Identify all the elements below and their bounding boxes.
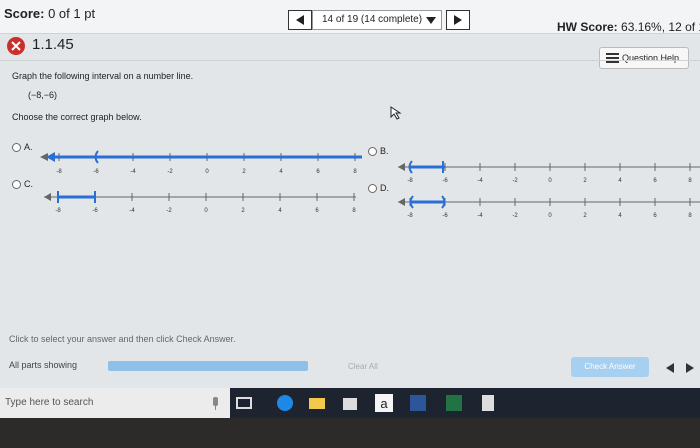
calculator-icon[interactable] (478, 393, 498, 413)
svg-text:a: a (380, 396, 388, 411)
option-d-label: D. (380, 183, 389, 193)
interval-expression: (−8,−6) (28, 90, 58, 100)
option-a-label: A. (24, 142, 33, 152)
footer-instruction: Click to select your answer and then cli… (9, 334, 236, 344)
option-d-number-line[interactable]: -8 -6 -4 -2 0 2 4 6 8 (398, 193, 700, 221)
tick-label: -8 (56, 169, 62, 175)
tick-label: 6 (315, 208, 319, 214)
previous-question-button[interactable] (288, 10, 312, 30)
tick-label: 2 (583, 213, 587, 219)
option-b-radio[interactable] (368, 147, 377, 156)
tick-label: 2 (583, 178, 587, 184)
clear-all-button[interactable]: Clear All (348, 362, 378, 371)
amazon-icon[interactable]: a (374, 393, 394, 413)
option-d-radio[interactable] (368, 184, 377, 193)
edge-browser-icon[interactable] (275, 393, 295, 413)
instruction-text: Choose the correct graph below. (12, 112, 142, 122)
monitor-bezel (0, 418, 700, 448)
tick-label: 4 (278, 208, 282, 214)
task-view-icon[interactable] (234, 393, 254, 413)
tick-label: -2 (512, 178, 518, 184)
score: Score: 0 of 1 pt (4, 6, 95, 21)
tick-label: -2 (166, 208, 172, 214)
arrow-right-icon (454, 15, 462, 25)
parts-label: All parts showing (9, 360, 78, 370)
score-value: 0 of 1 pt (48, 6, 96, 21)
option-c-radio[interactable] (12, 180, 21, 189)
progress-bar (108, 361, 308, 371)
tick-label: 4 (279, 169, 283, 175)
tick-label: -4 (477, 213, 483, 219)
pager-text: 14 of 19 (14 complete) (322, 14, 423, 25)
word-icon[interactable] (408, 393, 428, 413)
option-b-label: B. (380, 146, 389, 156)
option-a-number-line[interactable]: -8 -6 -4 -2 0 2 4 6 8 (40, 145, 362, 179)
tick-label: -2 (512, 213, 518, 219)
arrow-left-icon (296, 15, 304, 25)
tick-label: 6 (316, 169, 320, 175)
option-a-radio[interactable] (12, 143, 21, 152)
tick-label: -6 (93, 169, 99, 175)
tick-label: -6 (92, 208, 98, 214)
microphone-icon[interactable] (206, 393, 226, 413)
taskbar-search[interactable]: Type here to search (0, 388, 230, 418)
hw-score-label: HW Score: (557, 20, 618, 34)
incorrect-icon (7, 37, 25, 55)
tick-label: 8 (688, 213, 692, 219)
tick-label: -8 (407, 178, 413, 184)
option-c-label: C. (24, 179, 33, 189)
tick-label: -6 (442, 213, 448, 219)
hw-score: HW Score: 63.16%, 12 of 19 (557, 20, 700, 34)
file-explorer-icon[interactable] (307, 393, 327, 413)
check-answer-button[interactable]: Check Answer (571, 357, 649, 377)
tick-label: 6 (653, 213, 657, 219)
tick-label: 0 (548, 178, 552, 184)
taskbar-search-placeholder: Type here to search (5, 397, 94, 408)
tick-label: 6 (653, 178, 657, 184)
prev-part-icon[interactable] (666, 363, 674, 373)
divider (0, 60, 700, 61)
next-question-button[interactable] (446, 10, 470, 30)
tick-label: 0 (205, 169, 209, 175)
tick-label: 8 (352, 208, 356, 214)
next-part-icon[interactable] (686, 363, 694, 373)
tick-label: 8 (688, 178, 692, 184)
tick-label: 0 (204, 208, 208, 214)
list-icon (606, 53, 619, 63)
tick-label: 2 (241, 208, 245, 214)
tick-label: -4 (129, 208, 135, 214)
tick-label: -4 (130, 169, 136, 175)
question-help-label: Question Help (622, 53, 680, 63)
tick-label: 8 (353, 169, 357, 175)
tick-label: 4 (618, 213, 622, 219)
tick-label: -8 (55, 208, 61, 214)
question-help-button[interactable]: Question Help (599, 47, 689, 69)
question-id: 1.1.45 (32, 36, 74, 53)
question-pager[interactable]: 14 of 19 (14 complete) (312, 10, 442, 30)
mouse-cursor-icon (390, 106, 402, 120)
option-b-number-line[interactable]: -8 -6 -4 -2 0 2 4 6 8 (398, 158, 700, 186)
tick-label: -8 (407, 213, 413, 219)
dropdown-arrow-icon (426, 17, 436, 24)
tick-label: -4 (477, 178, 483, 184)
tick-label: 4 (618, 178, 622, 184)
tick-label: -6 (442, 178, 448, 184)
tick-label: 0 (548, 213, 552, 219)
store-icon[interactable] (340, 393, 360, 413)
question-prompt: Graph the following interval on a number… (12, 71, 194, 81)
tick-label: 2 (242, 169, 246, 175)
score-label: Score: (4, 6, 45, 21)
hw-score-value: 63.16%, 12 of 19 (621, 20, 700, 34)
option-c-number-line[interactable]: -8 -6 -4 -2 0 2 4 6 8 (44, 188, 356, 216)
tick-label: -2 (167, 169, 173, 175)
excel-icon[interactable] (444, 393, 464, 413)
